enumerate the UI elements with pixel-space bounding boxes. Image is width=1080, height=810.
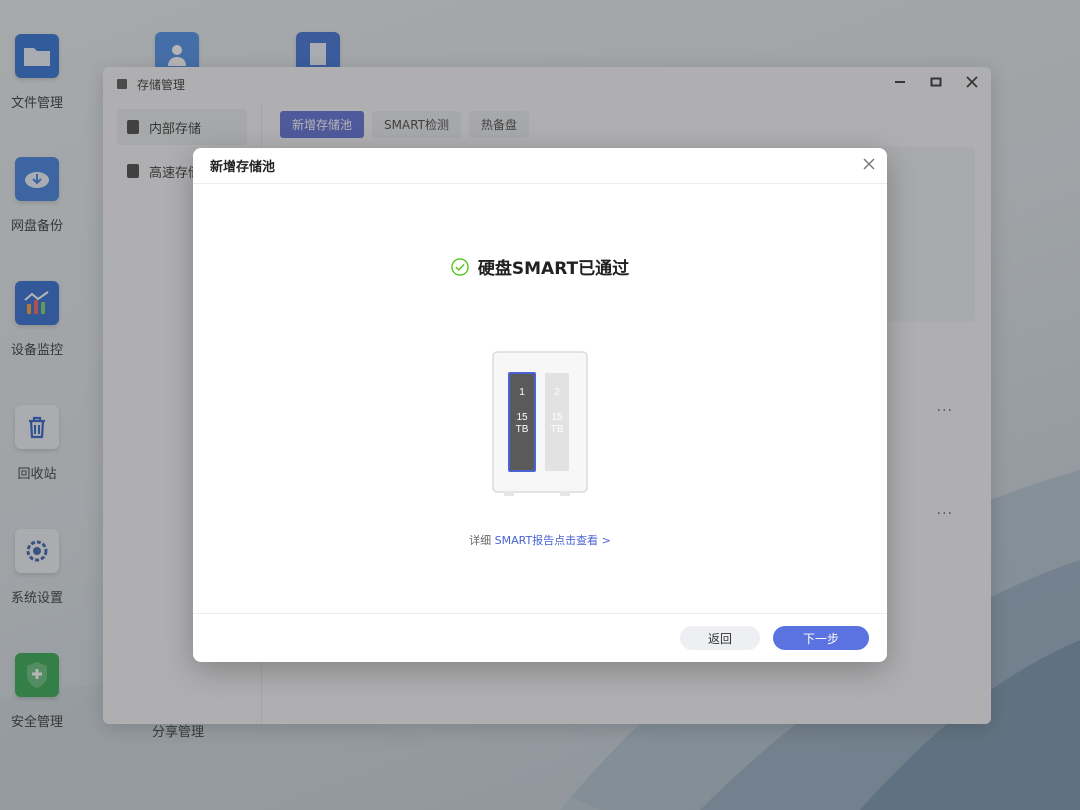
disk-unit: TB: [551, 424, 564, 435]
smart-report-link-row: 详细 SMART报告点击查看 >: [193, 532, 887, 548]
disk-unit: TB: [516, 424, 529, 435]
dialog-header: 新增存储池: [193, 148, 887, 184]
back-button[interactable]: 返回: [680, 626, 760, 650]
disk-slot-2[interactable]: 2 15 TB: [545, 373, 569, 471]
detail-prefix: 详细: [469, 534, 492, 547]
dialog-footer: 返回 下一步: [193, 613, 887, 662]
nas-device: 1 15 TB 2 15 TB: [492, 351, 588, 496]
close-icon[interactable]: [861, 157, 877, 173]
next-button[interactable]: 下一步: [773, 626, 869, 650]
smart-result: 硬盘SMART已通过: [193, 254, 887, 279]
disk-capacity: 15: [551, 412, 563, 423]
disk-slot-number: 2: [554, 387, 560, 398]
disk-slot-1[interactable]: 1 15 TB: [508, 372, 536, 472]
disk-slot-number: 1: [519, 387, 525, 398]
status-text: 硬盘SMART已通过: [477, 259, 630, 279]
smart-report-link[interactable]: SMART报告点击查看 >: [495, 534, 611, 547]
new-pool-dialog: 新增存储池 硬盘SMART已通过 1 15 TB 2 15 TB 详细 SMAR…: [193, 148, 887, 662]
dialog-title: 新增存储池: [210, 160, 276, 175]
check-circle-icon: [451, 257, 469, 276]
disk-capacity: 15: [516, 412, 528, 423]
